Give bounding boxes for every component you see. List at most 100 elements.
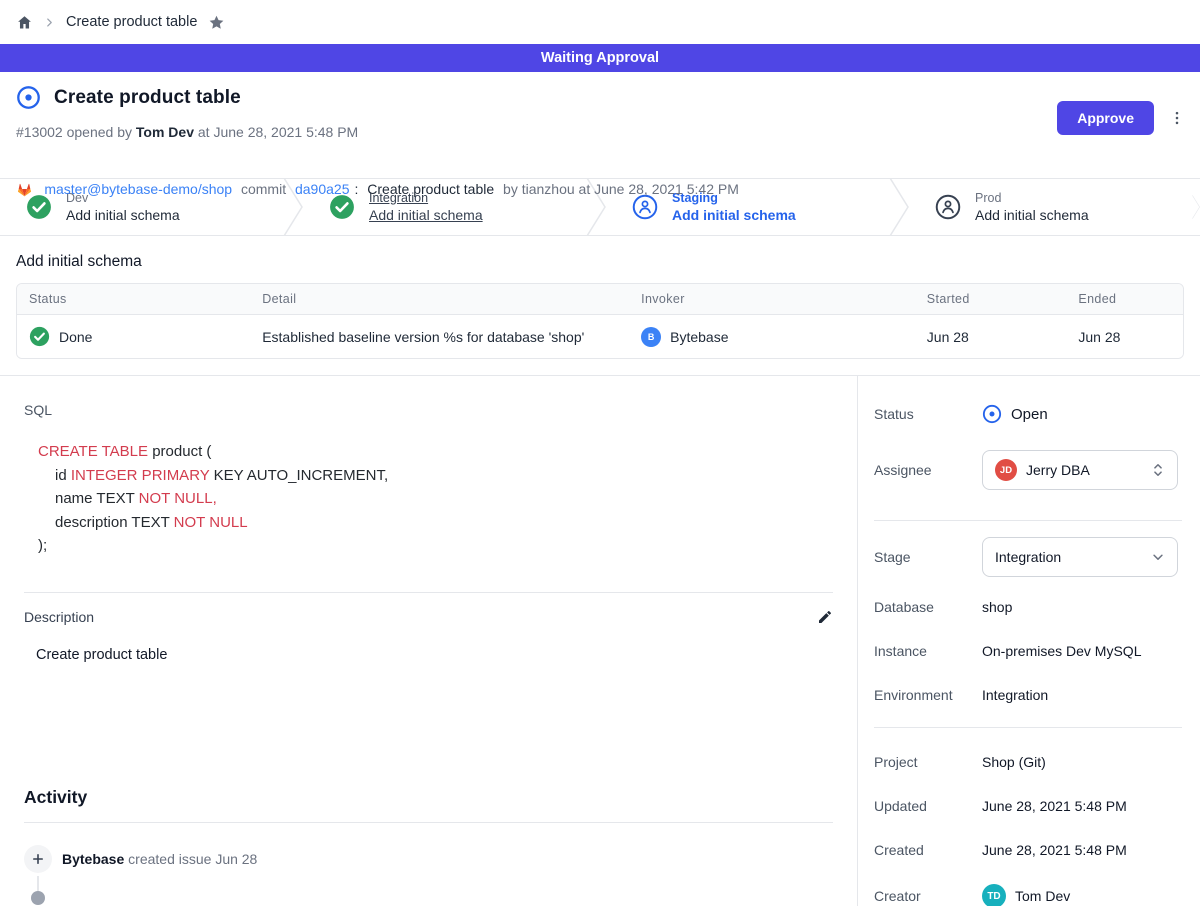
commit-hash-link[interactable]: da90a25 [295, 181, 350, 197]
more-actions-button[interactable] [1168, 107, 1186, 129]
description-label: Description [24, 609, 94, 625]
sql-code-line: name TEXT NOT NULL, [38, 487, 833, 511]
environment-value: Integration [982, 687, 1048, 703]
section-divider [24, 822, 833, 823]
sidebar-row-status: Status Open [874, 404, 1182, 424]
assignee-value: Jerry DBA [1026, 462, 1090, 478]
issue-sidebar: Status Open Assignee JD Jerry DBA Stage [857, 376, 1200, 906]
sidebar-divider [874, 520, 1182, 521]
stage-select[interactable]: Integration [982, 537, 1178, 577]
status-label: Status [874, 406, 982, 422]
page-title: Create product table [54, 87, 241, 109]
sql-code-line: id INTEGER PRIMARY KEY AUTO_INCREMENT, [38, 464, 833, 488]
assignee-avatar: JD [995, 459, 1017, 481]
task-table: Status Detail Invoker Started Ended Done [16, 283, 1184, 359]
activity-actor: Bytebase [62, 851, 124, 867]
edit-description-button[interactable] [817, 609, 833, 625]
assignee-label: Assignee [874, 462, 982, 478]
invoker-avatar: B [641, 327, 661, 347]
select-updown-icon [1151, 462, 1165, 478]
task-status-text: Done [59, 329, 92, 345]
task-detail-text: Established baseline version %s for data… [250, 315, 629, 359]
commit-line: master@bytebase-demo/shop commit da90a25… [16, 149, 1184, 229]
status-value: Open [1011, 406, 1048, 423]
kebab-menu-icon [1168, 107, 1186, 129]
issue-author: Tom Dev [136, 124, 194, 140]
approve-button[interactable]: Approve [1057, 101, 1154, 135]
description-text: Create product table [24, 647, 833, 663]
home-button[interactable] [16, 14, 33, 31]
issue-header: Create product table Approve #13002 open… [0, 72, 1200, 178]
task-table-header-row: Status Detail Invoker Started Ended [17, 284, 1183, 315]
commit-byline: by tianzhou at June 28, 2021 5:42 PM [499, 181, 739, 197]
activity-item-text: Bytebase created issue Jun 28 [62, 851, 257, 867]
task-started-date: Jun 28 [915, 315, 1067, 359]
commit-message: Create product table [367, 181, 494, 197]
creator-value: Tom Dev [1015, 888, 1070, 904]
table-row: Done Established baseline version %s for… [17, 315, 1183, 359]
task-invoker-name: Bytebase [670, 329, 728, 345]
project-label: Project [874, 754, 982, 770]
timeline-connector [37, 876, 39, 891]
project-value: Shop (Git) [982, 754, 1046, 770]
instance-value: On-premises Dev MySQL [982, 643, 1141, 659]
sidebar-row-stage: Stage Integration [874, 537, 1182, 577]
sidebar-row-database: Database shop [874, 599, 1182, 615]
sidebar-row-instance: Instance On-premises Dev MySQL [874, 643, 1182, 659]
creator-avatar: TD [982, 884, 1006, 906]
column-header-detail: Detail [250, 284, 629, 315]
sql-code-line: description TEXT NOT NULL [38, 511, 833, 535]
pencil-icon [817, 609, 833, 625]
assignee-select[interactable]: JD Jerry DBA [982, 450, 1178, 490]
sidebar-row-created: Created June 28, 2021 5:48 PM [874, 842, 1182, 858]
timeline-next-avatar [31, 891, 45, 905]
column-header-invoker: Invoker [629, 284, 915, 315]
plus-icon [24, 845, 52, 873]
column-header-ended: Ended [1066, 284, 1183, 315]
sql-code-line: CREATE TABLE product ( [38, 440, 833, 464]
chevron-down-icon [1151, 550, 1165, 564]
column-header-started: Started [915, 284, 1067, 315]
status-open-icon [982, 404, 1002, 424]
task-section: Add initial schema Status Detail Invoker… [0, 236, 1200, 375]
task-ended-date: Jun 28 [1066, 315, 1183, 359]
instance-label: Instance [874, 643, 982, 659]
status-banner-text: Waiting Approval [541, 50, 659, 66]
sidebar-divider [874, 727, 1182, 728]
creator-label: Creator [874, 888, 982, 904]
sidebar-row-updated: Updated June 28, 2021 5:48 PM [874, 798, 1182, 814]
database-value: shop [982, 599, 1012, 615]
sidebar-row-creator: Creator TD Tom Dev [874, 884, 1182, 906]
status-banner: Waiting Approval [0, 44, 1200, 72]
section-divider [24, 592, 833, 593]
sql-code-block: CREATE TABLE product ( id INTEGER PRIMAR… [24, 440, 833, 558]
environment-label: Environment [874, 687, 982, 703]
updated-label: Updated [874, 798, 982, 814]
favorite-star-button[interactable] [208, 14, 225, 31]
stage-separator-icon [1192, 179, 1200, 235]
sidebar-row-assignee: Assignee JD Jerry DBA [874, 450, 1182, 490]
issue-open-icon [16, 85, 41, 110]
breadcrumb: Create product table [0, 0, 1200, 44]
column-header-status: Status [17, 284, 250, 315]
gitlab-icon [16, 149, 39, 229]
created-value: June 28, 2021 5:48 PM [982, 842, 1127, 858]
activity-title: Activity [24, 787, 833, 808]
breadcrumb-current-page[interactable]: Create product table [66, 14, 197, 30]
created-label: Created [874, 842, 982, 858]
database-label: Database [874, 599, 982, 615]
issue-open-time: at June 28, 2021 5:48 PM [194, 124, 358, 140]
commit-branch-link[interactable]: master@bytebase-demo/shop [44, 181, 232, 197]
star-icon [208, 14, 225, 31]
updated-value: June 28, 2021 5:48 PM [982, 798, 1127, 814]
commit-word: commit [237, 181, 290, 197]
issue-number-text: #13002 opened by [16, 124, 136, 140]
sql-section-label: SQL [24, 402, 833, 418]
stage-value: Integration [995, 549, 1061, 565]
sidebar-row-project: Project Shop (Git) [874, 754, 1182, 770]
task-done-check-icon [29, 326, 50, 347]
issue-meta-line: #13002 opened by Tom Dev at June 28, 202… [16, 124, 1184, 140]
task-section-title: Add initial schema [16, 253, 1184, 271]
stage-label: Stage [874, 549, 982, 565]
home-icon [16, 14, 33, 31]
